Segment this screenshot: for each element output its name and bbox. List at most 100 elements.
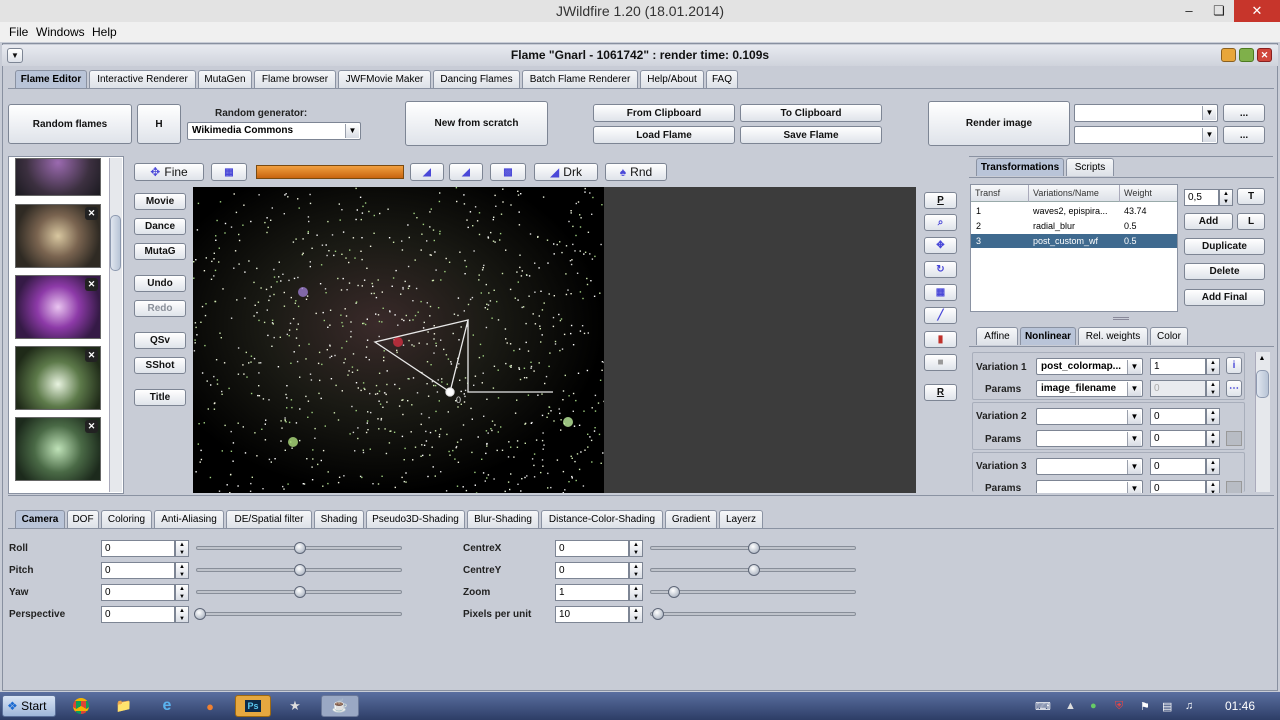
slider-knob[interactable] <box>748 542 760 554</box>
param-select[interactable]: ▼ <box>1036 430 1143 447</box>
frame-minimize-icon[interactable] <box>1221 48 1236 62</box>
menu-help[interactable]: Help <box>92 25 117 39</box>
camera-param-spinner[interactable]: ▲ ▼ <box>175 606 189 623</box>
scrollbar-thumb[interactable] <box>110 215 121 271</box>
add-button[interactable]: Add <box>1184 213 1233 230</box>
info-icon[interactable]: i <box>1226 357 1242 374</box>
gradient-icon[interactable]: ▮ <box>924 331 957 348</box>
random-generator-select[interactable]: Wikimedia Commons ▼ <box>187 122 361 140</box>
amount-spinner[interactable]: ▲ ▼ <box>1206 408 1220 425</box>
slider-knob[interactable] <box>748 564 760 576</box>
ie-icon[interactable]: e <box>150 695 184 717</box>
table-row[interactable]: 1 waves2, epispira... 43.74 <box>971 204 1177 218</box>
camera-param-spinner[interactable]: ▲ ▼ <box>175 540 189 557</box>
tray-arrow-icon[interactable]: ▲ <box>1065 700 1076 712</box>
minimize-icon[interactable]: – <box>1174 0 1204 22</box>
restore-icon[interactable]: ❏ <box>1204 0 1234 22</box>
close-icon[interactable]: ✕ <box>85 420 98 433</box>
thumbnail-scrollbar[interactable] <box>109 158 122 492</box>
frame-maximize-icon[interactable] <box>1239 48 1254 62</box>
table-row[interactable]: 2 radial_blur 0.5 <box>971 219 1177 233</box>
fine-button[interactable]: ✥ Fine <box>134 163 204 181</box>
dance-button[interactable]: Dance <box>134 218 186 235</box>
tab-flame-editor[interactable]: Flame Editor <box>15 70 87 88</box>
from-clipboard-button[interactable]: From Clipboard <box>593 104 735 122</box>
table-row-selected[interactable]: 3 post_custom_wf 0.5 <box>971 234 1177 248</box>
render-preset-select-2[interactable]: ▼ <box>1074 126 1218 144</box>
t-button[interactable]: T <box>1237 188 1265 205</box>
tab-flame-browser[interactable]: Flame browser <box>254 70 336 88</box>
camera-param-field[interactable]: 0 <box>101 562 175 579</box>
close-icon[interactable]: ✕ <box>1234 0 1280 22</box>
close-icon[interactable]: ✕ <box>85 278 98 291</box>
slider-knob[interactable] <box>294 586 306 598</box>
variation-select[interactable]: ▼ <box>1036 408 1143 425</box>
variation-amount-field[interactable]: 0 <box>1150 458 1206 475</box>
flame-thumbnail[interactable] <box>15 158 101 196</box>
browse-button-2[interactable]: ... <box>1223 126 1265 144</box>
flame-preview-canvas[interactable]: 0 <box>193 187 604 493</box>
load-flame-button[interactable]: Load Flame <box>593 126 735 144</box>
render-preset-select-1[interactable]: ▼ <box>1074 104 1218 122</box>
mutag-button[interactable]: MutaG <box>134 243 186 260</box>
param-value-field[interactable]: 0 <box>1150 380 1206 397</box>
folder-icon[interactable]: 📁 <box>107 695 141 717</box>
splitter-handle[interactable] <box>1113 317 1129 320</box>
camera-param-field[interactable]: 1 <box>555 584 629 601</box>
tab-interactive-renderer[interactable]: Interactive Renderer <box>89 70 196 88</box>
tab-shading[interactable]: Shading <box>314 510 364 528</box>
save-flame-button[interactable]: Save Flame <box>740 126 882 144</box>
browse-button-1[interactable]: ... <box>1223 104 1265 122</box>
camera-param-slider[interactable] <box>650 590 856 594</box>
tab-distance-color-shading[interactable]: Distance-Color-Shading <box>541 510 663 528</box>
r-button[interactable]: R <box>924 384 957 401</box>
param-spinner[interactable]: ▲ ▼ <box>1206 380 1220 397</box>
tab-transformations[interactable]: Transformations <box>976 158 1064 176</box>
keyboard-icon[interactable]: ⌨ <box>1035 700 1051 713</box>
shear-icon[interactable]: ╱ <box>924 307 957 324</box>
camera-param-field[interactable]: 10 <box>555 606 629 623</box>
tab-batch-flame-renderer[interactable]: Batch Flame Renderer <box>522 70 638 88</box>
tab-de-spatial-filter[interactable]: DE/Spatial filter <box>226 510 312 528</box>
network-icon[interactable]: ▤ <box>1162 700 1172 713</box>
tab-anti-aliasing[interactable]: Anti-Aliasing <box>154 510 224 528</box>
tab-faq[interactable]: FAQ <box>706 70 738 88</box>
firefox-icon[interactable]: ● <box>193 695 227 717</box>
param-value-field[interactable]: 0 <box>1150 480 1206 493</box>
slider-knob[interactable] <box>294 542 306 554</box>
new-from-scratch-button[interactable]: New from scratch <box>405 101 548 146</box>
triangle-icon[interactable]: ◢ <box>410 163 444 181</box>
tab-rel-weights[interactable]: Rel. weights <box>1078 327 1148 345</box>
slider-knob[interactable] <box>194 608 206 620</box>
tab-camera[interactable]: Camera <box>15 510 65 528</box>
checker-icon[interactable]: ▩ <box>490 163 526 181</box>
camera-param-field[interactable]: 0 <box>555 562 629 579</box>
h-button[interactable]: H <box>137 104 181 144</box>
param-spinner[interactable]: ▲ ▼ <box>1206 430 1220 447</box>
undo-button[interactable]: Undo <box>134 275 186 292</box>
frame-menu-icon[interactable]: ▼ <box>7 48 23 63</box>
tab-gradient[interactable]: Gradient <box>665 510 717 528</box>
clock[interactable]: 01:46 <box>1225 699 1255 713</box>
snapshot-button[interactable]: SShot <box>134 357 186 374</box>
delete-button[interactable]: Delete <box>1184 263 1265 280</box>
more-icon[interactable]: ⋯ <box>1226 380 1242 397</box>
slider-knob[interactable] <box>294 564 306 576</box>
flag-icon[interactable]: ⚑ <box>1140 700 1150 713</box>
start-button[interactable]: ❖ Start <box>2 695 56 717</box>
camera-param-spinner[interactable]: ▲ ▼ <box>629 584 643 601</box>
photoshop-icon[interactable]: Ps <box>235 695 271 717</box>
param-select[interactable]: ▼ <box>1036 480 1143 493</box>
to-clipboard-button[interactable]: To Clipboard <box>740 104 882 122</box>
variation-amount-field[interactable]: 0 <box>1150 408 1206 425</box>
amount-spinner[interactable]: ▲ ▼ <box>1206 458 1220 475</box>
camera-param-slider[interactable] <box>650 612 856 616</box>
add-final-button[interactable]: Add Final <box>1184 289 1265 306</box>
camera-param-spinner[interactable]: ▲ ▼ <box>175 562 189 579</box>
slider-knob[interactable] <box>652 608 664 620</box>
movie-button[interactable]: Movie <box>134 193 186 210</box>
small-triangle-icon[interactable]: ◢ <box>449 163 483 181</box>
step-value-field[interactable]: 0,5 <box>1184 189 1219 206</box>
variation-select[interactable]: ▼ <box>1036 458 1143 475</box>
p-button[interactable]: P <box>924 192 957 209</box>
